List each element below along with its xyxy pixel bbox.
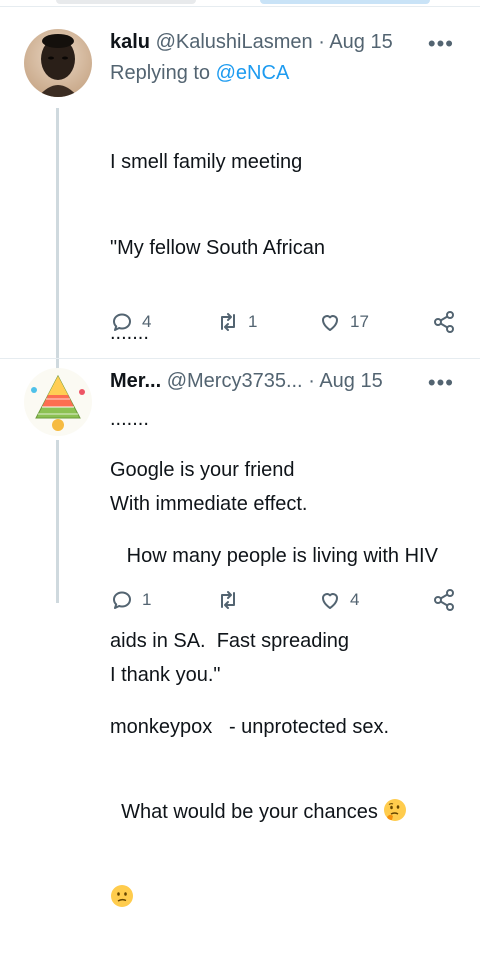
avatar[interactable] xyxy=(24,368,92,436)
reply-count: 1 xyxy=(142,590,152,609)
retweet-button[interactable]: 1 xyxy=(216,310,257,334)
separator-dot: · xyxy=(308,370,315,392)
divider xyxy=(0,6,480,7)
heart-icon xyxy=(322,315,338,331)
author-handle[interactable]: @Mercy3735... xyxy=(167,370,303,392)
text-line: monkeypox - unprotected sex. xyxy=(110,715,390,738)
retweet-icon xyxy=(221,591,235,609)
previous-tweet-grey-bar xyxy=(56,0,196,4)
reply-button[interactable]: 1 xyxy=(110,588,151,612)
author-name[interactable]: Mer... xyxy=(110,370,161,392)
replying-to: Replying to @eNCA xyxy=(110,62,289,85)
share-icon xyxy=(434,589,454,611)
thread-connector-line xyxy=(56,108,59,358)
text-line: "My fellow South African xyxy=(110,236,325,259)
reply-icon xyxy=(113,313,131,331)
retweet-icon xyxy=(221,313,235,331)
tweet-header: kalu @KalushiLasmen · Aug 15 xyxy=(110,31,393,54)
like-button[interactable]: 17 xyxy=(318,310,369,334)
thinking-face-icon xyxy=(384,799,407,821)
text-line xyxy=(110,884,438,913)
tweet-text: Google is your friend How many people is… xyxy=(110,399,438,969)
author-handle[interactable]: @KalushiLasmen xyxy=(156,31,313,53)
text-line: What would be your chances xyxy=(110,798,438,827)
avatar-photo-icon xyxy=(24,29,92,97)
action-bar: 1 4 xyxy=(110,588,460,616)
author-name[interactable]: kalu xyxy=(110,31,150,53)
heart-icon xyxy=(322,593,338,609)
thread-connector-line xyxy=(56,440,59,603)
retweet-button[interactable] xyxy=(216,588,240,612)
separator-dot: · xyxy=(318,31,325,53)
replying-to-label: Replying to xyxy=(110,62,216,84)
tweet-date[interactable]: Aug 15 xyxy=(319,370,382,392)
previous-tweet-blue-bar xyxy=(260,0,430,4)
more-options-icon[interactable]: ••• xyxy=(428,31,454,57)
text-line: How many people is living with HIV xyxy=(110,544,438,567)
action-bar: 4 1 17 xyxy=(110,310,460,338)
tweet-date[interactable]: Aug 15 xyxy=(329,31,392,53)
retweet-count: 1 xyxy=(248,312,258,331)
text-line: aids in SA. Fast spreading xyxy=(110,630,350,652)
share-button[interactable] xyxy=(432,310,456,334)
like-count: 4 xyxy=(350,590,360,609)
share-button[interactable] xyxy=(432,588,456,612)
mention-link[interactable]: @eNCA xyxy=(216,62,290,84)
confused-face-icon xyxy=(111,884,133,907)
reply-icon xyxy=(113,591,131,609)
like-count: 17 xyxy=(350,312,369,331)
avatar-pyramid-icon xyxy=(24,368,92,436)
tweet-header: Mer... @Mercy3735... · Aug 15 xyxy=(110,370,383,393)
more-options-icon[interactable]: ••• xyxy=(428,370,454,396)
avatar[interactable] xyxy=(24,29,92,97)
reply-count: 4 xyxy=(142,312,152,331)
divider xyxy=(0,358,480,359)
text-line: Google is your friend xyxy=(110,459,295,481)
like-button[interactable]: 4 xyxy=(318,588,359,612)
text-line: What would be your chances xyxy=(110,801,384,823)
share-icon xyxy=(434,311,454,333)
text-line: I smell family meeting xyxy=(110,151,303,173)
reply-button[interactable]: 4 xyxy=(110,310,151,334)
